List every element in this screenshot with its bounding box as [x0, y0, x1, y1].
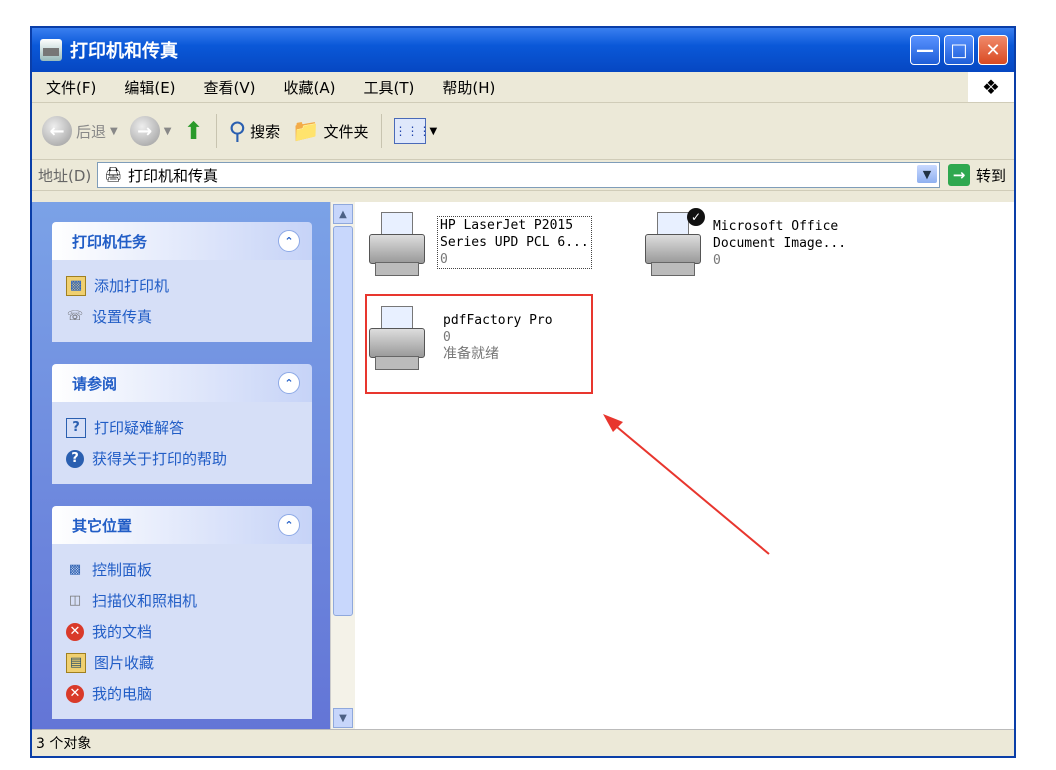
address-label: 地址(D): [38, 166, 92, 185]
search-icon: ⚲: [228, 117, 247, 145]
views-icon: ⋮⋮⋮: [393, 118, 431, 144]
link-label: 扫描仪和照相机: [92, 592, 198, 610]
menu-tools[interactable]: 工具(T): [363, 77, 414, 98]
close-button[interactable]: ✕: [978, 35, 1008, 65]
forward-arrow-icon: →: [129, 116, 160, 146]
window-title: 打印机和传真: [70, 41, 178, 62]
task-pane-scrollbar[interactable]: ▲ ▼: [330, 202, 355, 730]
fax-icon: ☏: [66, 309, 84, 324]
link-label: 打印疑难解答: [94, 419, 185, 437]
other-places-panel: 其它位置 ⌃ ▩ 控制面板 ◫ 扫描仪和照相机 ✕ 我的文档 ▤ 图片收藏 ✕ …: [52, 506, 312, 719]
printer-list: HP LaserJet P2015 Series UPD PCL 6... 0 …: [355, 202, 1014, 730]
toolbar: ← 后退 ▼ → ▼ ⬆ ⚲ 搜索 📁 文件夹 ⋮⋮⋮ ▼: [32, 103, 1014, 160]
picture-folder-icon: ▤: [66, 652, 86, 673]
collapse-chevron-icon[interactable]: ⌃: [278, 514, 300, 536]
my-pictures-link[interactable]: ▤ 图片收藏: [66, 647, 298, 678]
menu-file[interactable]: 文件(F): [46, 77, 96, 98]
add-printer-icon: ▩: [66, 275, 86, 296]
title-bar[interactable]: 打印机和传真 — □ ✕: [32, 28, 1014, 72]
error-x-icon: ✕: [66, 684, 84, 703]
address-value: 打印机和传真: [128, 166, 219, 185]
menu-view[interactable]: 查看(V): [204, 77, 256, 98]
address-input[interactable]: 🖨 打印机和传真 ▼: [97, 162, 940, 188]
scroll-thumb[interactable]: [333, 226, 353, 616]
back-dropdown-icon[interactable]: ▼: [110, 126, 118, 137]
help-icon: ?: [66, 449, 84, 468]
link-label: 添加打印机: [94, 277, 170, 295]
back-arrow-icon: ←: [42, 116, 72, 146]
link-label: 控制面板: [92, 561, 153, 579]
up-button[interactable]: ⬆: [183, 117, 203, 145]
task-pane: 打印机任务 ⌃ ▩ 添加打印机 ☏ 设置传真 请参阅 ⌃ ? 打印疑难解答 ? …: [32, 202, 330, 730]
windows-logo-icon: ❖: [968, 72, 1014, 102]
menu-bar: 文件(F) 编辑(E) 查看(V) 收藏(A) 工具(T) 帮助(H) ❖: [32, 72, 1014, 103]
question-icon: ?: [66, 417, 86, 438]
see-also-panel: 请参阅 ⌃ ? 打印疑难解答 ? 获得关于打印的帮助: [52, 364, 312, 484]
link-label: 图片收藏: [94, 654, 155, 672]
views-button[interactable]: ⋮⋮⋮ ▼: [393, 118, 438, 144]
panel-header[interactable]: 请参阅 ⌃: [52, 364, 312, 402]
back-button[interactable]: ← 后退 ▼: [42, 116, 118, 146]
panel-header[interactable]: 其它位置 ⌃: [52, 506, 312, 544]
scanner-icon: ◫: [68, 593, 82, 608]
scanners-cameras-link[interactable]: ◫ 扫描仪和照相机: [66, 585, 298, 616]
panel-title: 其它位置: [72, 516, 133, 535]
scroll-down-icon[interactable]: ▼: [333, 708, 353, 728]
status-bar: 3 个对象: [32, 729, 1014, 756]
content-area: 打印机任务 ⌃ ▩ 添加打印机 ☏ 设置传真 请参阅 ⌃ ? 打印疑难解答 ? …: [32, 202, 1014, 730]
explorer-window: 打印机和传真 — □ ✕ 文件(F) 编辑(E) 查看(V) 收藏(A) 工具(…: [30, 26, 1016, 758]
add-printer-link[interactable]: ▩ 添加打印机: [66, 270, 298, 301]
scroll-up-icon[interactable]: ▲: [333, 204, 353, 224]
views-dropdown-icon: ▼: [429, 125, 438, 137]
menu-favorites[interactable]: 收藏(A): [284, 77, 336, 98]
annotation-arrow: [603, 414, 770, 555]
my-computer-link[interactable]: ✕ 我的电脑: [66, 678, 298, 709]
link-label: 我的电脑: [92, 685, 153, 703]
back-label: 后退: [76, 122, 107, 141]
folders-label: 文件夹: [323, 122, 369, 141]
object-count: 3 个对象: [36, 736, 92, 752]
my-documents-link[interactable]: ✕ 我的文档: [66, 616, 298, 647]
control-panel-link[interactable]: ▩ 控制面板: [66, 554, 298, 585]
maximize-button[interactable]: □: [944, 35, 974, 65]
go-button[interactable]: 转到: [976, 165, 1006, 186]
up-folder-icon: ⬆: [183, 117, 204, 145]
menu-help[interactable]: 帮助(H): [442, 77, 495, 98]
printer-tasks-panel: 打印机任务 ⌃ ▩ 添加打印机 ☏ 设置传真: [52, 222, 312, 342]
address-dropdown-icon[interactable]: ▼: [916, 165, 937, 183]
collapse-chevron-icon[interactable]: ⌃: [278, 230, 300, 252]
search-label: 搜索: [250, 122, 281, 141]
link-label: 设置传真: [92, 308, 153, 326]
setup-fax-link[interactable]: ☏ 设置传真: [66, 301, 298, 332]
menu-edit[interactable]: 编辑(E): [124, 77, 175, 98]
collapse-chevron-icon[interactable]: ⌃: [278, 372, 300, 394]
print-help-link[interactable]: ? 获得关于打印的帮助: [66, 443, 298, 474]
folder-icon: 📁: [292, 118, 320, 144]
folders-button[interactable]: 📁 文件夹: [292, 119, 368, 144]
error-x-icon: ✕: [66, 622, 84, 641]
minimize-button[interactable]: —: [910, 35, 940, 65]
toolbar-separator: [215, 114, 217, 148]
forward-button[interactable]: → ▼: [129, 116, 172, 146]
forward-dropdown-icon[interactable]: ▼: [164, 126, 172, 137]
panel-title: 请参阅: [72, 374, 118, 393]
link-label: 我的文档: [92, 623, 153, 641]
link-label: 获得关于打印的帮助: [92, 450, 228, 468]
toolbar-separator: [380, 114, 382, 148]
panel-title: 打印机任务: [72, 232, 148, 251]
control-panel-icon: ▩: [68, 562, 82, 577]
printer-folder-icon: [40, 39, 62, 61]
search-button[interactable]: ⚲ 搜索: [229, 117, 281, 145]
print-troubleshoot-link[interactable]: ? 打印疑难解答: [66, 412, 298, 443]
panel-header[interactable]: 打印机任务 ⌃: [52, 222, 312, 260]
go-arrow-icon[interactable]: →: [947, 164, 970, 186]
printer-folder-icon: 🖨: [104, 167, 123, 183]
address-bar: 地址(D) 🖨 打印机和传真 ▼ → 转到: [32, 160, 1014, 191]
